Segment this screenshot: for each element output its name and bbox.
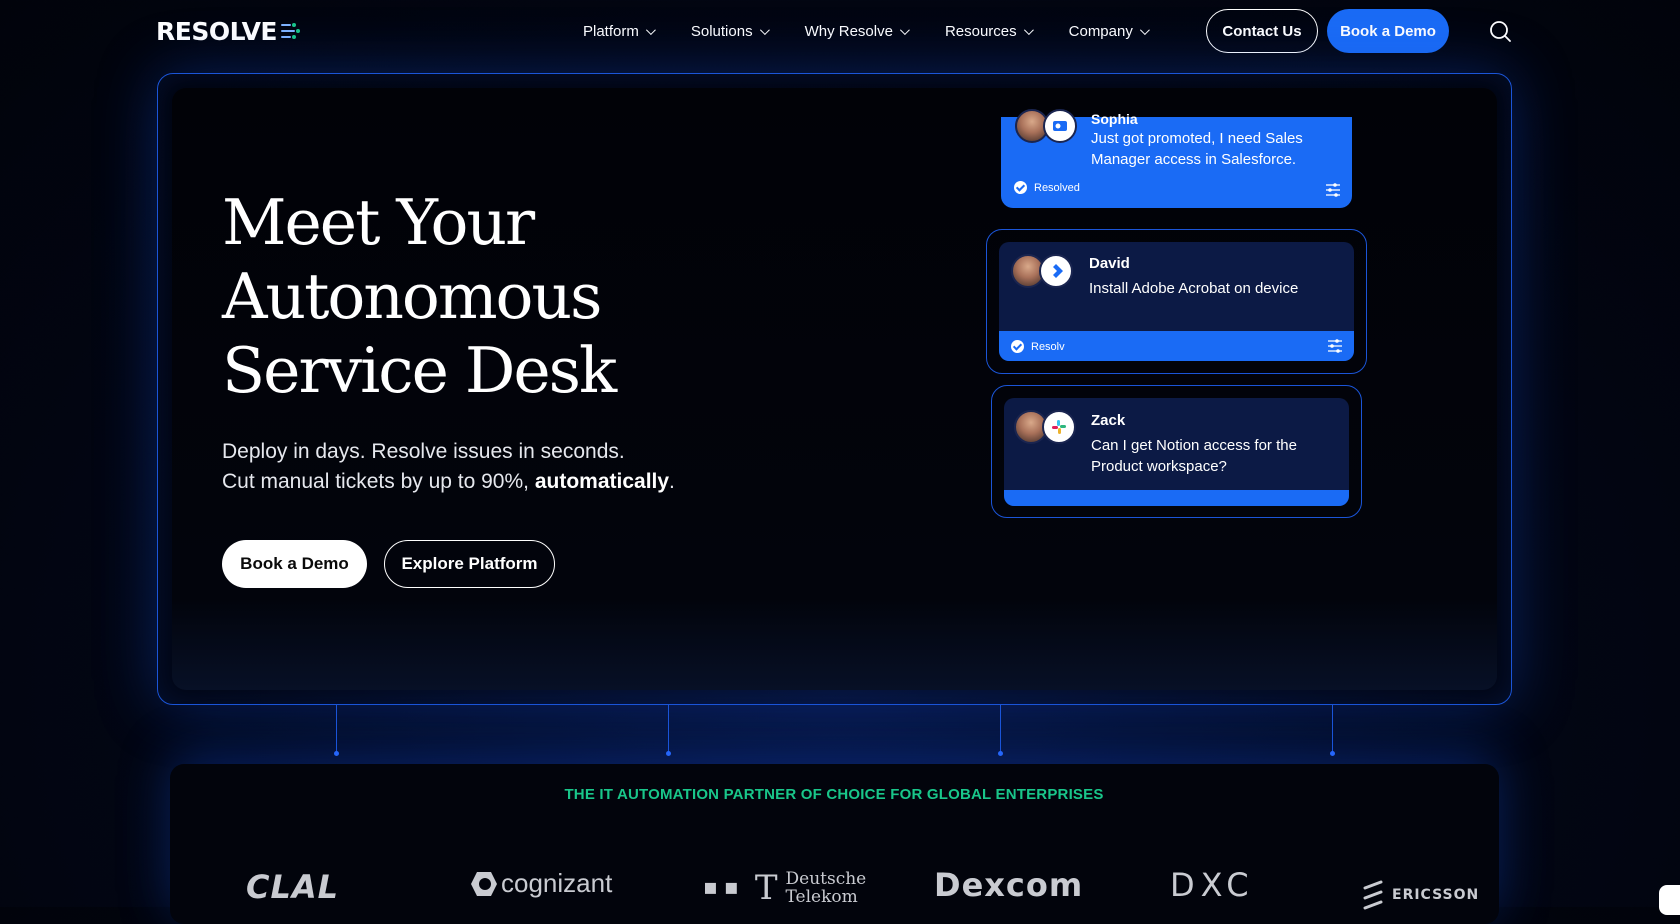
- explore-platform-button[interactable]: Explore Platform: [384, 540, 555, 588]
- sliders-icon[interactable]: [1327, 339, 1343, 353]
- partners-tagline: THE IT AUTOMATION PARTNER OF CHOICE FOR …: [564, 786, 1104, 803]
- connector-line: [334, 705, 339, 756]
- resolve-logo[interactable]: RESOLVE: [156, 16, 302, 46]
- chevron-down-icon: [1023, 24, 1034, 35]
- connector-line: [1330, 705, 1335, 756]
- chevron-down-icon: [759, 24, 770, 35]
- jira-glyph: [1053, 264, 1063, 278]
- brand-name: cognizant: [501, 868, 613, 898]
- chat-message: Just got promoted, I need Sales Manager …: [1091, 130, 1303, 168]
- hero-subtitle-suffix: .: [669, 470, 675, 493]
- status-badge: Resolved: [1014, 181, 1080, 194]
- deutsche-telekom-logo: ▪▪ T Deutsche Telekom: [703, 870, 866, 906]
- hero-subtitle-line: Deploy in days. Resolve issues in second…: [222, 440, 625, 463]
- menu-label: Company: [1068, 22, 1133, 40]
- hero-subtitle-prefix: Cut manual tickets by up to 90%,: [222, 470, 535, 493]
- status-label: Resolved: [1034, 181, 1080, 194]
- menu-solutions[interactable]: Solutions: [690, 20, 770, 42]
- chat-card-sophia: Sophia Just got promoted, I need Sales M…: [1001, 109, 1352, 208]
- brand-name: ERICSSON: [1392, 887, 1480, 903]
- chevron-down-icon: [899, 24, 910, 35]
- main-menu: Platform Solutions Why Resolve Resources…: [583, 20, 1185, 42]
- clal-logo: CLAL: [246, 868, 339, 906]
- hero-subtitle: Deploy in days. Resolve issues in second…: [222, 437, 675, 497]
- ericsson-mark-icon: [1363, 880, 1383, 910]
- hero-title-line: Meet Your: [222, 186, 535, 259]
- status-badge: Resolv: [1011, 340, 1065, 353]
- book-demo-button[interactable]: Book a Demo: [222, 540, 367, 588]
- dxc-logo: DXC: [1170, 866, 1255, 904]
- sliders-icon[interactable]: [1325, 183, 1341, 197]
- ericsson-logo: ERICSSON: [1362, 880, 1479, 910]
- telekom-t-icon: T: [754, 868, 778, 908]
- telekom-dots: ▪▪: [703, 875, 745, 900]
- connector-line: [998, 705, 1003, 756]
- connector-line: [666, 705, 671, 756]
- brand-name: Telekom: [785, 887, 858, 907]
- contact-us-button[interactable]: Contact Us: [1206, 9, 1318, 53]
- brand-name: CLAL: [246, 868, 340, 906]
- jira-icon: [1039, 254, 1073, 288]
- outlook-icon: [1043, 109, 1077, 143]
- check-circle-icon: [1014, 181, 1027, 194]
- hero-title: Meet Your Autonomous Service Desk: [222, 186, 742, 408]
- menu-label: Resources: [944, 22, 1017, 40]
- hero-subtitle-bold: automatically: [534, 470, 670, 493]
- brand-name: Deutsche: [785, 869, 867, 889]
- check-circle-icon: [1011, 340, 1024, 353]
- slack-icon: [1042, 410, 1076, 444]
- search-icon[interactable]: [1489, 20, 1511, 42]
- chat-name: Sophia: [1091, 111, 1138, 127]
- cognizant-mark-icon: [471, 871, 497, 896]
- status-bar: Resolv: [999, 331, 1354, 361]
- menu-why-resolve[interactable]: Why Resolve: [804, 20, 910, 42]
- status-label: Resolv: [1031, 340, 1065, 353]
- dexcom-logo: Dexcom: [934, 866, 1083, 904]
- menu-platform[interactable]: Platform: [583, 20, 656, 42]
- brand-name: Dexcom: [934, 866, 1084, 904]
- status-bar: [1004, 490, 1349, 506]
- chevron-down-icon: [645, 24, 656, 35]
- menu-company[interactable]: Company: [1068, 20, 1150, 42]
- chat-message: Can I get Notion access for the Product …: [1091, 437, 1297, 475]
- menu-resources[interactable]: Resources: [944, 20, 1034, 42]
- logo-arrows-icon: [281, 23, 300, 39]
- book-demo-nav-button[interactable]: Book a Demo: [1327, 9, 1449, 53]
- menu-label: Why Resolve: [804, 22, 893, 40]
- cognizant-logo: cognizant: [469, 868, 612, 899]
- chat-card-zack: Zack Can I get Notion access for the Pro…: [1004, 398, 1349, 506]
- chat-message: Install Adobe Acrobat on device: [1089, 280, 1299, 297]
- outlook-glyph: [1053, 121, 1067, 131]
- chevron-down-icon: [1139, 24, 1150, 35]
- chat-name: David: [1089, 255, 1130, 272]
- hero-title-line: Autonomous: [222, 260, 602, 333]
- telekom-wordmark: Deutsche Telekom: [786, 870, 867, 906]
- scroll-top-button[interactable]: [1659, 885, 1680, 915]
- top-navigation: RESOLVE Platform Solutions Why Resolve R…: [0, 0, 1680, 62]
- hero-title-line: Service Desk: [222, 334, 617, 407]
- chat-card-david: David Install Adobe Acrobat on device Re…: [999, 242, 1354, 361]
- slack-glyph: [1052, 420, 1066, 434]
- menu-label: Solutions: [690, 22, 753, 40]
- menu-label: Platform: [583, 22, 639, 40]
- logo-text: RESOLVE: [156, 16, 278, 46]
- chat-name: Zack: [1091, 412, 1126, 429]
- brand-name: DXC: [1170, 866, 1255, 904]
